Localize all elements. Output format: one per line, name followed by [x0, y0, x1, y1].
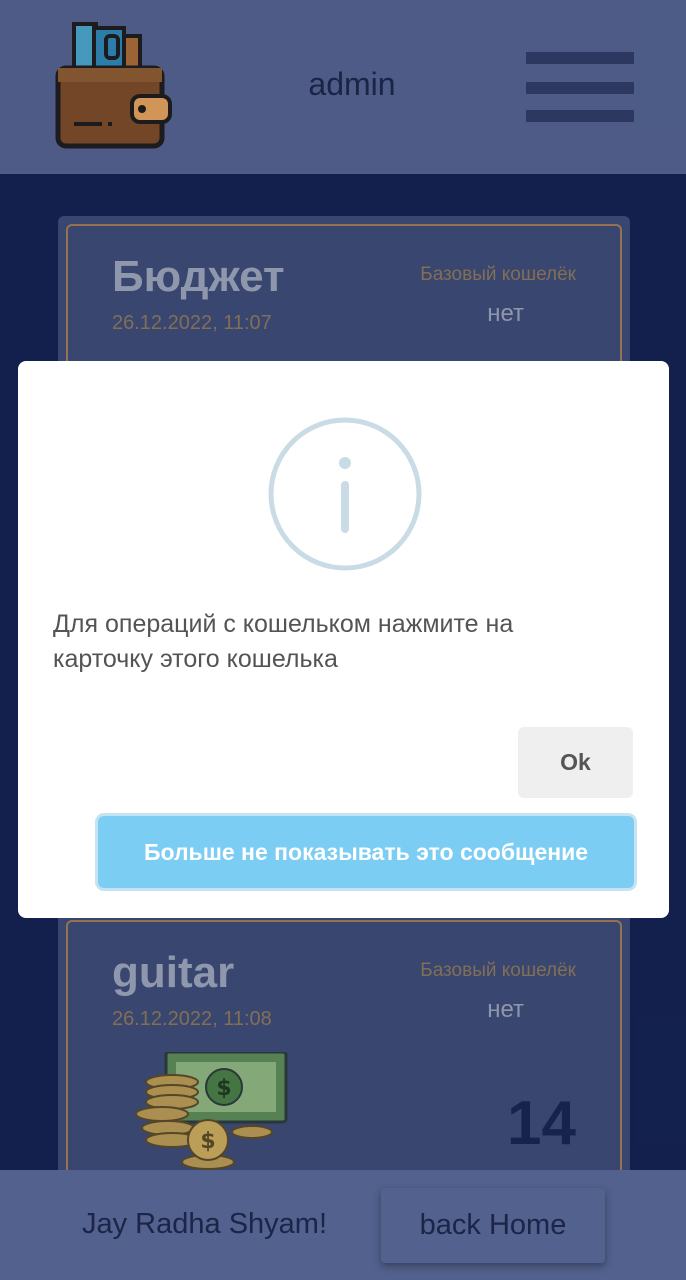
- app-footer: Jay Radha Shyam! back Home: [0, 1170, 686, 1280]
- dont-show-again-button[interactable]: Больше не показывать это сообщение: [98, 816, 634, 888]
- footer-greeting: Jay Radha Shyam!: [82, 1208, 328, 1240]
- back-home-button[interactable]: back Home: [381, 1188, 605, 1263]
- ok-button[interactable]: Ok: [518, 727, 633, 798]
- modal-message: Для операций с кошельком нажмите на карт…: [53, 610, 514, 673]
- info-icon: [266, 415, 424, 573]
- info-modal: Для операций с кошельком нажмите на карт…: [18, 361, 669, 918]
